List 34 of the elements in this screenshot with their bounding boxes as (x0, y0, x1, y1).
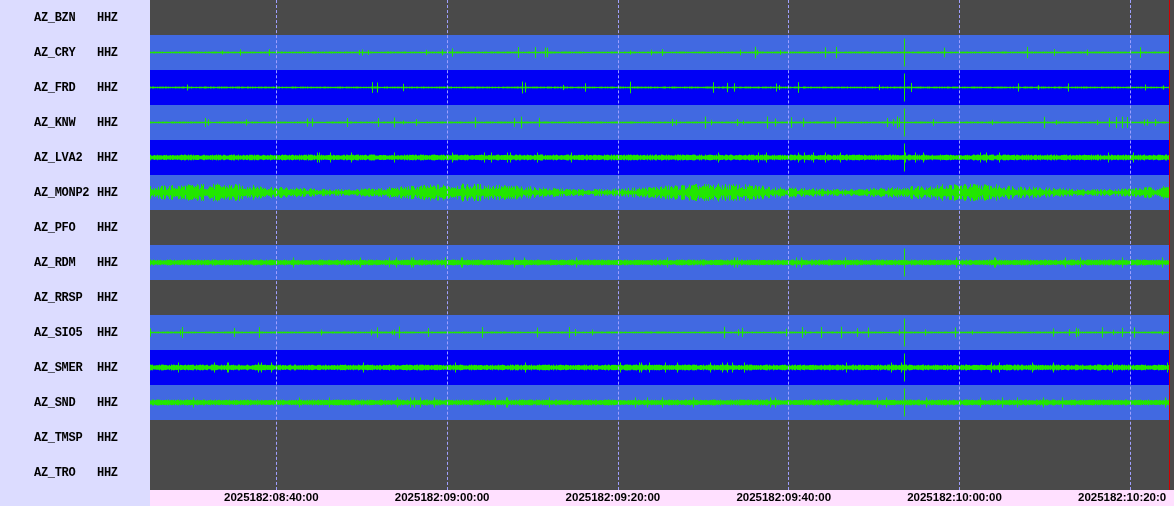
station-label: AZ_SND (34, 395, 77, 410)
channel-label: HHZ (97, 115, 118, 130)
station-label: AZ_TMSP (34, 430, 84, 445)
time-label: 2025182:09:00:00 (394, 491, 490, 503)
station-label: AZ_PFO (34, 220, 77, 235)
station-label: AZ_SIO5 (34, 325, 84, 340)
time-label: 2025182:10:20:0 (1078, 491, 1167, 503)
channel-label: HHZ (97, 185, 118, 200)
station-label: AZ_LVA2 (34, 150, 84, 165)
station-label: AZ_RRSP (34, 290, 84, 305)
channel-label: HHZ (97, 290, 118, 305)
channel-label: HHZ (97, 255, 118, 270)
station-label: AZ_RDM (34, 255, 77, 270)
time-label: 2025182:08:40:00 (224, 491, 319, 503)
channel-label: HHZ (97, 325, 118, 340)
channel-label: HHZ (97, 395, 118, 410)
channel-label: HHZ (97, 10, 118, 25)
station-label: AZ_SMER (34, 360, 84, 375)
channel-label: HHZ (97, 430, 118, 445)
channel-label: HHZ (97, 465, 118, 480)
time-label: 2025182:09:20:00 (565, 491, 661, 503)
channel-label: HHZ (97, 360, 118, 375)
station-label: AZ_KNW (34, 115, 77, 130)
channel-label: HHZ (97, 45, 118, 60)
time-label: 2025182:10:00:00 (907, 491, 1002, 503)
station-label: AZ_BZN (34, 10, 77, 25)
station-label: AZ_MONP2 (34, 185, 91, 200)
time-label: 2025182:09:40:00 (736, 491, 832, 503)
channel-label: HHZ (97, 80, 118, 95)
channel-label: HHZ (97, 220, 118, 235)
station-label: AZ_TRO (34, 465, 77, 480)
station-label: AZ_FRD (34, 80, 77, 95)
channel-label: HHZ (97, 150, 118, 165)
station-label: AZ_CRY (34, 45, 77, 60)
